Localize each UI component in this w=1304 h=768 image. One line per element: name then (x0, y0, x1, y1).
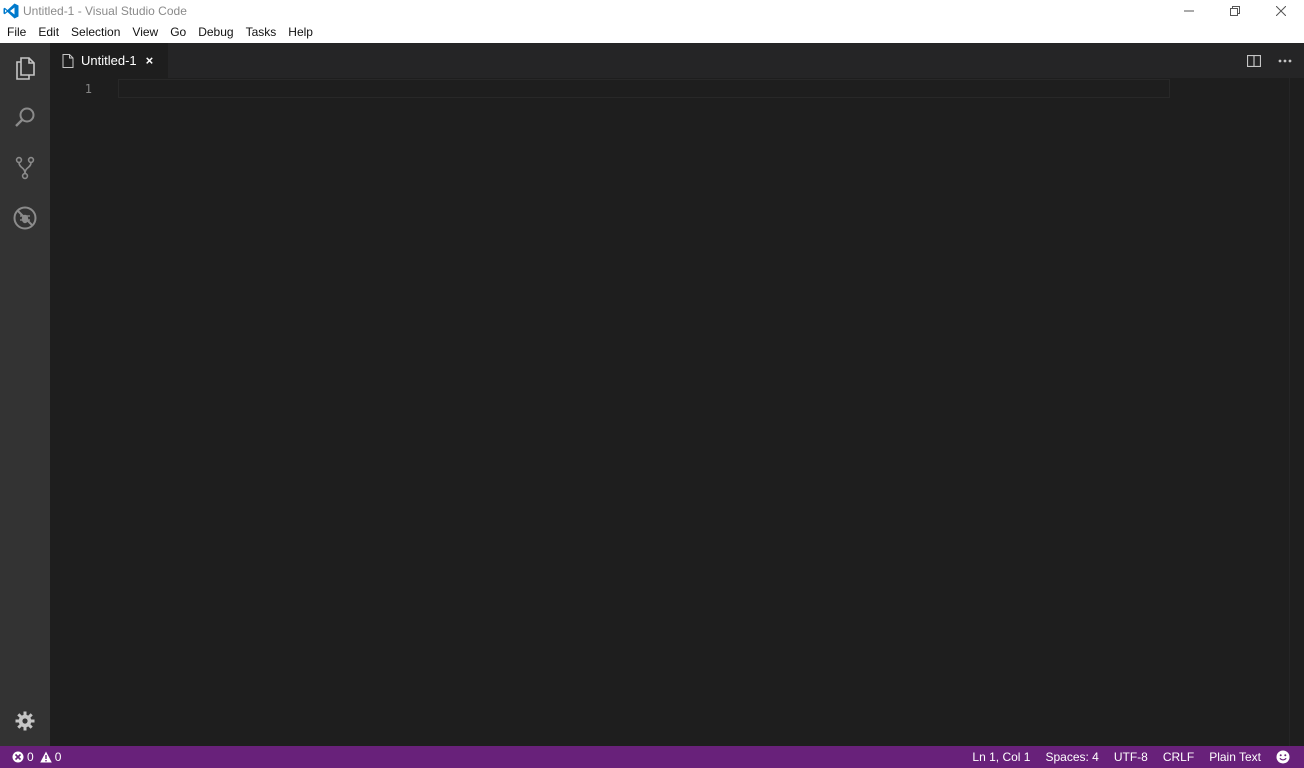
menu-edit[interactable]: Edit (32, 22, 65, 43)
problems-indicator[interactable]: 0 0 (12, 746, 67, 768)
source-control-icon (15, 156, 35, 180)
language-mode-selector[interactable]: Plain Text (1209, 750, 1261, 764)
settings-gear-icon (15, 711, 35, 731)
explorer-button[interactable] (0, 43, 50, 93)
debug-view-button[interactable] (0, 193, 50, 243)
restore-icon (1230, 6, 1240, 16)
error-count: 0 (27, 750, 34, 764)
window-title: Untitled-1 - Visual Studio Code (23, 4, 187, 18)
more-actions-button[interactable] (1274, 50, 1296, 72)
menu-file[interactable]: File (1, 22, 32, 43)
editor-area[interactable]: 1 (50, 78, 1304, 746)
tab-label: Untitled-1 (81, 53, 137, 68)
minimize-button[interactable] (1166, 0, 1212, 22)
tab-close-button[interactable]: × (146, 53, 154, 68)
status-bar: 0 0 Ln 1, Col 1 Spaces: 4 UTF-8 CRLF Pla… (0, 746, 1304, 768)
source-control-button[interactable] (0, 143, 50, 193)
search-icon (15, 107, 35, 127)
menu-tasks[interactable]: Tasks (240, 22, 283, 43)
menu-bar: File Edit Selection View Go Debug Tasks … (0, 22, 1304, 43)
restore-button[interactable] (1212, 0, 1258, 22)
line-ending-selector[interactable]: CRLF (1163, 750, 1194, 764)
menu-go[interactable]: Go (164, 22, 192, 43)
menu-selection[interactable]: Selection (65, 22, 126, 43)
split-editor-icon (1247, 54, 1261, 67)
activity-bar (0, 43, 50, 746)
search-view-button[interactable] (0, 93, 50, 143)
vscode-logo-icon (3, 3, 19, 19)
error-icon (12, 751, 24, 763)
title-bar: Untitled-1 - Visual Studio Code (0, 0, 1304, 22)
split-editor-button[interactable] (1243, 50, 1265, 72)
tab-untitled-1[interactable]: Untitled-1 × (50, 43, 168, 78)
more-actions-icon (1278, 59, 1292, 62)
warning-count: 0 (54, 750, 62, 764)
tab-bar: Untitled-1 × (50, 43, 1304, 78)
current-line-highlight[interactable] (118, 79, 1170, 98)
menu-view[interactable]: View (126, 22, 164, 43)
close-window-button[interactable] (1258, 0, 1304, 22)
explorer-icon (16, 57, 35, 80)
close-icon (1276, 6, 1286, 16)
minimize-icon (1184, 10, 1194, 12)
cursor-position[interactable]: Ln 1, Col 1 (972, 750, 1030, 764)
debug-icon (13, 206, 37, 230)
smiley-icon[interactable] (1276, 750, 1290, 764)
indentation-setting[interactable]: Spaces: 4 (1045, 750, 1098, 764)
manage-settings-button[interactable] (0, 696, 50, 746)
menu-help[interactable]: Help (282, 22, 319, 43)
file-icon (62, 53, 74, 68)
warning-icon (39, 751, 52, 763)
vertical-scrollbar[interactable] (1289, 78, 1304, 746)
menu-debug[interactable]: Debug (192, 22, 239, 43)
encoding-selector[interactable]: UTF-8 (1114, 750, 1148, 764)
line-number: 1 (84, 82, 92, 96)
